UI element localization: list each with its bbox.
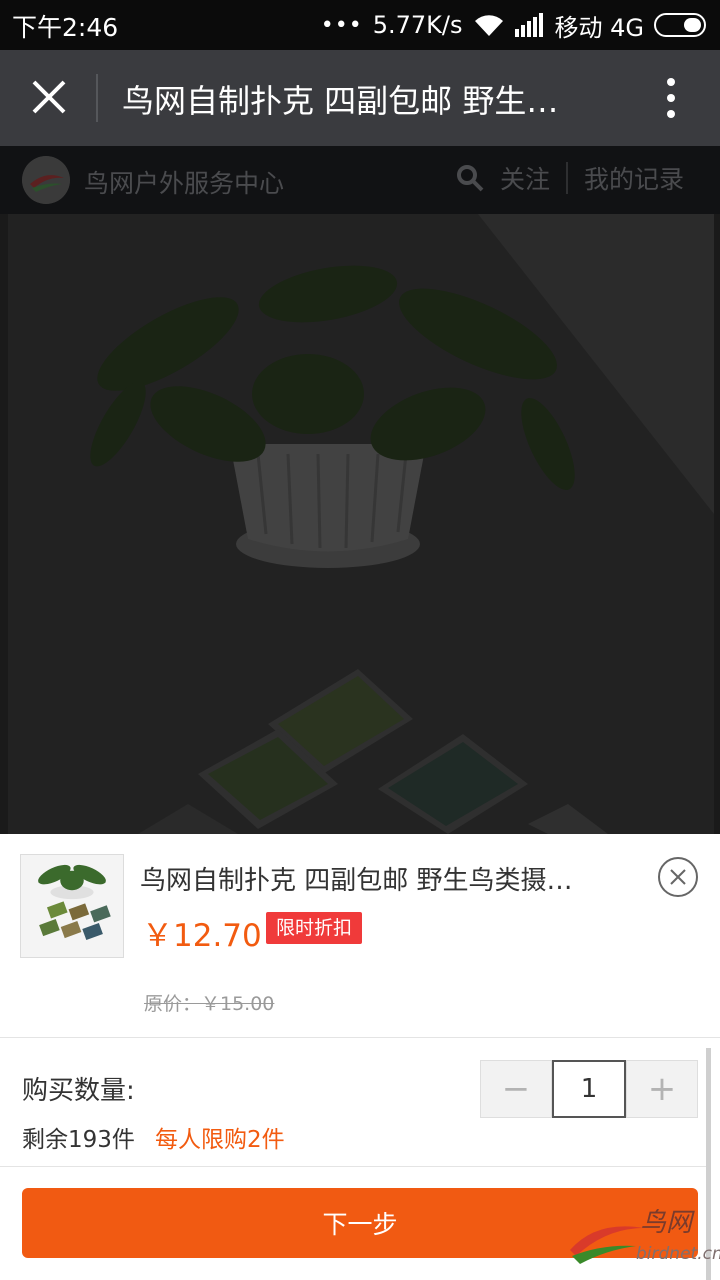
status-dots: ••• [320,12,363,38]
quantity-input[interactable]: 1 [552,1060,626,1118]
decrement-button[interactable]: − [480,1060,552,1118]
net-speed: 5.77K/s [372,11,463,39]
section-divider [0,1166,708,1167]
title-divider [96,74,98,122]
purchase-sheet: 鸟网自制扑克 四副包邮 野生鸟类摄… ￥12.70 限时折扣 原价：￥15.00… [0,834,720,1280]
status-bar: 下午2:46 ••• 5.77K/s 移动 4G [0,0,720,50]
purchase-limit: 每人限购2件 [155,1127,285,1153]
shop-header: 鸟网户外服务中心 关注 我的记录 [0,146,720,214]
shop-logo-icon [22,156,70,204]
product-image [8,214,714,834]
discount-badge: 限时折扣 [266,912,363,944]
page-content-dimmed: 鸟网户外服务中心 关注 我的记录 [0,146,720,834]
product-price: ￥12.70 [142,918,262,954]
product-thumbnail [20,854,124,958]
quantity-stepper: − 1 + [480,1060,698,1118]
shop-divider [565,162,568,194]
title-bar: 鸟网自制扑克 四副包邮 野生… [0,50,720,146]
original-price: 原价：￥15.00 [144,993,275,1015]
more-vertical-icon[interactable] [656,76,686,120]
shop-name: 鸟网户外服务中心 [84,169,285,198]
wifi-icon [474,15,503,37]
close-circle-icon[interactable] [657,856,699,898]
next-step-button[interactable]: 下一步 [22,1188,698,1258]
stock-remaining: 剩余193件 [22,1127,135,1153]
signal-icon [514,13,543,37]
follow-link[interactable]: 关注 [500,160,550,196]
page-title: 鸟网自制扑克 四副包邮 野生… [122,82,559,120]
status-right: ••• 5.77K/s 移动 4G [321,8,710,42]
close-icon[interactable] [26,74,72,120]
my-records-link[interactable]: 我的记录 [584,160,684,196]
product-title: 鸟网自制扑克 四副包邮 野生鸟类摄… [140,866,573,896]
carrier-label: 移动 4G [554,13,645,42]
section-divider [0,1037,720,1038]
increment-button[interactable]: + [626,1060,698,1118]
quantity-label: 购买数量: [22,1076,135,1106]
shop-actions: 关注 我的记录 [456,160,684,196]
status-time: 下午2:46 [12,13,119,42]
scrollbar[interactable] [706,1048,711,1280]
search-icon[interactable] [456,164,484,192]
battery-icon [654,13,706,37]
